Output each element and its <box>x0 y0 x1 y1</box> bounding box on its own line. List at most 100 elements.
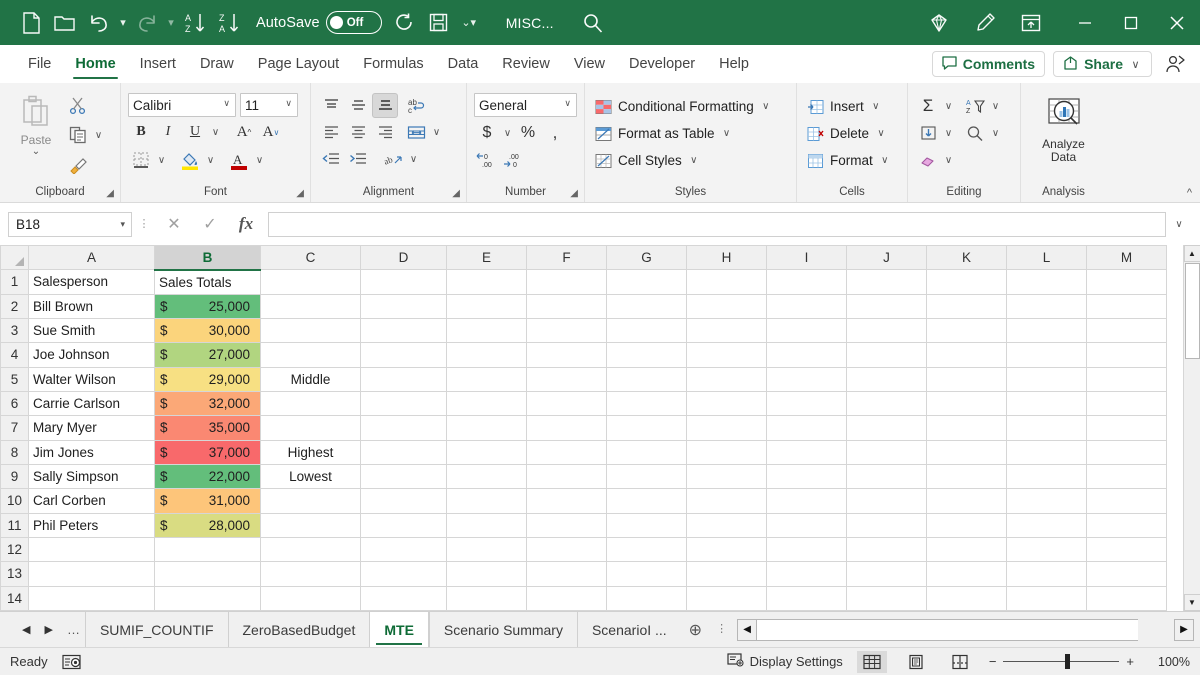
cancel-icon[interactable]: ✕ <box>156 210 192 238</box>
cell-e4[interactable] <box>447 343 527 367</box>
row-header-9[interactable]: 9 <box>1 464 29 488</box>
cell-c12[interactable] <box>261 537 361 561</box>
analyze-data-button[interactable]: Analyze Data <box>1028 94 1099 164</box>
cell-b9[interactable]: $22,000 <box>155 464 261 488</box>
italic-button[interactable]: I <box>155 120 181 145</box>
page-break-preview-icon[interactable] <box>945 651 975 673</box>
font-color-caret-icon[interactable]: ∨ <box>253 155 266 166</box>
cell-h5[interactable] <box>687 367 767 391</box>
cell-m2[interactable] <box>1087 294 1167 318</box>
add-sheet-button[interactable]: ⊕ <box>681 612 710 647</box>
number-format-select[interactable]: General <box>474 93 577 117</box>
cell-a9[interactable]: Sally Simpson <box>29 464 155 488</box>
column-header-g[interactable]: G <box>607 246 687 270</box>
cell-l12[interactable] <box>1007 537 1087 561</box>
cell-a4[interactable]: Joe Johnson <box>29 343 155 367</box>
column-header-a[interactable]: A <box>29 246 155 270</box>
cell-h7[interactable] <box>687 416 767 440</box>
new-file-icon[interactable] <box>14 6 48 40</box>
sheet-tab-sumif-countif[interactable]: SUMIF_COUNTIF <box>85 612 228 647</box>
paste-caret-icon[interactable]: ⌄ <box>30 148 43 156</box>
zoom-in-button[interactable]: + <box>1126 654 1134 669</box>
cell-l7[interactable] <box>1007 416 1087 440</box>
sheet-tab-scenario-overflow[interactable]: ScenarioI ... <box>577 612 681 647</box>
cell-l3[interactable] <box>1007 318 1087 342</box>
cell-b3[interactable]: $30,000 <box>155 318 261 342</box>
cell-c10[interactable] <box>261 489 361 513</box>
cell-m6[interactable] <box>1087 391 1167 415</box>
align-right-icon[interactable] <box>372 120 398 145</box>
cell-k12[interactable] <box>927 537 1007 561</box>
refresh-icon[interactable] <box>388 6 422 40</box>
cell-l2[interactable] <box>1007 294 1087 318</box>
grow-font-icon[interactable]: A^ <box>231 120 257 145</box>
cell-i10[interactable] <box>767 489 847 513</box>
horizontal-scrollbar[interactable]: ◀ ▶ <box>733 612 1200 647</box>
row-header-6[interactable]: 6 <box>1 391 29 415</box>
cell-j5[interactable] <box>847 367 927 391</box>
row-header-5[interactable]: 5 <box>1 367 29 391</box>
cell-c11[interactable] <box>261 513 361 537</box>
orientation-icon[interactable]: ab <box>380 147 406 172</box>
cell-d6[interactable] <box>361 391 447 415</box>
cell-e10[interactable] <box>447 489 527 513</box>
cell-b4[interactable]: $27,000 <box>155 343 261 367</box>
cell-d4[interactable] <box>361 343 447 367</box>
cell-c7[interactable] <box>261 416 361 440</box>
save-icon[interactable] <box>422 6 456 40</box>
delete-caret-icon[interactable]: ∨ <box>875 128 887 139</box>
align-center-icon[interactable] <box>345 120 371 145</box>
cell-k8[interactable] <box>927 440 1007 464</box>
cell-h13[interactable] <box>687 562 767 586</box>
cell-e8[interactable] <box>447 440 527 464</box>
cell-i12[interactable] <box>767 537 847 561</box>
tab-view[interactable]: View <box>562 45 617 83</box>
cell-styles-caret-icon[interactable]: ∨ <box>688 155 700 166</box>
tab-help[interactable]: Help <box>707 45 761 83</box>
cell-f1[interactable] <box>527 270 607 294</box>
cell-m5[interactable] <box>1087 367 1167 391</box>
paste-button[interactable]: Paste ⌄ <box>7 91 65 156</box>
sort-za-icon[interactable]: ZA <box>212 6 246 40</box>
cell-e13[interactable] <box>447 562 527 586</box>
fill-icon[interactable] <box>915 121 941 146</box>
sheet-tab-zerobasedbudget[interactable]: ZeroBasedBudget <box>228 612 370 647</box>
cell-h6[interactable] <box>687 391 767 415</box>
vertical-scrollbar[interactable]: ▲ ▼ <box>1183 245 1200 611</box>
cell-m3[interactable] <box>1087 318 1167 342</box>
accounting-caret-icon[interactable]: ∨ <box>501 128 514 139</box>
cell-j10[interactable] <box>847 489 927 513</box>
cell-h8[interactable] <box>687 440 767 464</box>
tab-page-layout[interactable]: Page Layout <box>246 45 351 83</box>
customize-toolbar-caret[interactable]: ⌄ <box>462 6 476 40</box>
cell-d9[interactable] <box>361 464 447 488</box>
confirm-check-icon[interactable]: ✓ <box>192 210 228 238</box>
cell-k3[interactable] <box>927 318 1007 342</box>
format-cells-button[interactable]: Format ∨ <box>804 147 891 174</box>
copy-icon[interactable] <box>65 123 91 148</box>
cell-g14[interactable] <box>607 586 687 610</box>
font-color-icon[interactable]: A <box>226 148 252 173</box>
name-box-caret-icon[interactable]: ▾ <box>120 219 125 230</box>
cell-i7[interactable] <box>767 416 847 440</box>
row-header-8[interactable]: 8 <box>1 440 29 464</box>
sheet-tab-mte[interactable]: MTE <box>369 612 429 647</box>
sort-filter-caret-icon[interactable]: ∨ <box>989 101 1002 112</box>
cell-f14[interactable] <box>527 586 607 610</box>
cell-j8[interactable] <box>847 440 927 464</box>
cell-i13[interactable] <box>767 562 847 586</box>
cell-a3[interactable]: Sue Smith <box>29 318 155 342</box>
cell-m4[interactable] <box>1087 343 1167 367</box>
cell-c9[interactable]: Lowest <box>261 464 361 488</box>
cell-c6[interactable] <box>261 391 361 415</box>
cell-i4[interactable] <box>767 343 847 367</box>
column-header-j[interactable]: J <box>847 246 927 270</box>
formula-bar-grip[interactable]: ⋮ <box>132 220 156 229</box>
cell-l5[interactable] <box>1007 367 1087 391</box>
cell-i6[interactable] <box>767 391 847 415</box>
tab-home[interactable]: Home <box>63 45 127 83</box>
accounting-format-icon[interactable]: $ <box>474 121 500 146</box>
copy-caret-icon[interactable]: ∨ <box>92 130 105 141</box>
cell-f12[interactable] <box>527 537 607 561</box>
underline-caret-icon[interactable]: ∨ <box>209 127 222 138</box>
